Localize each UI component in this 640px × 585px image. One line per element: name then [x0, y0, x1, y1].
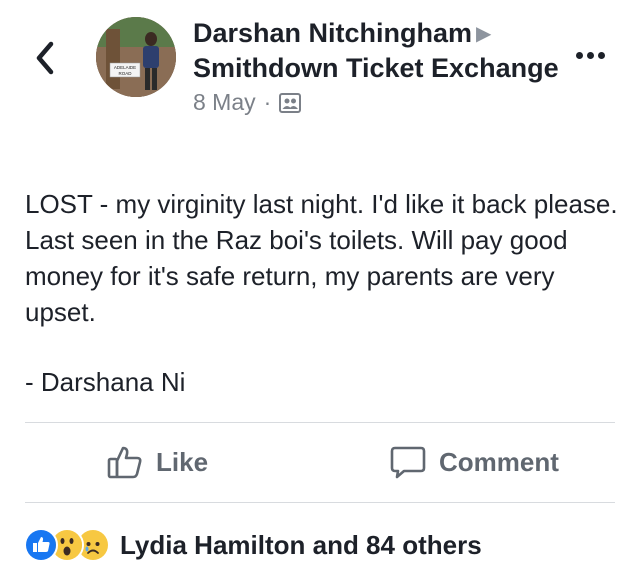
play-arrow-icon: ▶: [476, 23, 492, 45]
group-name[interactable]: Smithdown Ticket Exchange: [193, 53, 559, 83]
back-button[interactable]: [30, 38, 60, 78]
post-message: LOST - my virginity last night. I'd like…: [25, 189, 618, 327]
group-audience-icon: [279, 92, 302, 113]
post-title: Darshan Nitchingham ▶ Smithdown Ticket Exc…: [193, 16, 563, 85]
reactions-summary[interactable]: Lydia Hamilton and 84 others: [24, 526, 482, 564]
meta-separator: ·: [263, 89, 272, 115]
like-reaction-icon: [24, 528, 58, 562]
more-dots-icon: [587, 52, 594, 59]
thumbs-up-icon: [107, 446, 142, 479]
more-options-button[interactable]: [570, 40, 610, 70]
like-label: Like: [156, 446, 209, 477]
post-signature: - Darshana Ni: [25, 367, 186, 397]
chevron-left-icon: [36, 41, 54, 75]
avatar-sign-line2: ROAD: [118, 71, 132, 76]
divider: [25, 422, 615, 423]
post-header: Darshan Nitchingham ▶ Smithdown Ticket Exc…: [193, 16, 563, 116]
avatar-photo: ADELAIDE ROAD: [96, 17, 176, 97]
more-dots-icon: [576, 52, 583, 59]
post-date[interactable]: 8 May: [193, 89, 256, 116]
more-dots-icon: [598, 52, 605, 59]
post-body: LOST - my virginity last night. I'd like…: [25, 186, 625, 400]
author-name[interactable]: Darshan Nitchingham: [193, 18, 472, 48]
divider: [25, 502, 615, 503]
reactions-names: Lydia Hamilton and 84 others: [120, 529, 482, 560]
comment-button[interactable]: Comment: [389, 440, 559, 484]
like-button[interactable]: Like: [106, 440, 208, 484]
comment-label: Comment: [439, 446, 559, 477]
avatar[interactable]: ADELAIDE ROAD: [96, 17, 176, 97]
comment-bubble-icon: [390, 446, 426, 479]
post-meta: 8 May ·: [193, 89, 563, 116]
avatar-sign-line1: ADELAIDE: [114, 65, 136, 70]
